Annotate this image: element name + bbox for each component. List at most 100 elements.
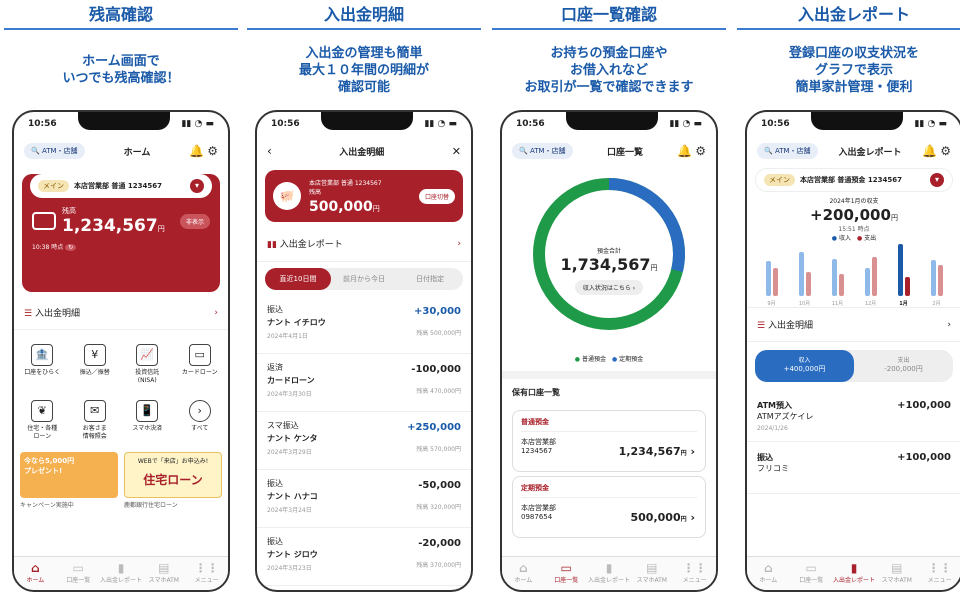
bar-group[interactable]: 10月 bbox=[798, 240, 811, 307]
gear-icon[interactable]: ⚙ bbox=[695, 144, 706, 158]
list-item[interactable]: スマ振込 ナント ケンタ 2024年3月29日 +250,000 残高 570,000円 bbox=[257, 412, 471, 470]
chevron-right-icon: › bbox=[188, 400, 211, 422]
panel-subtitle: 登録口座の収支状況を グラフで表示 簡単家計管理・便利 bbox=[788, 45, 919, 95]
tab-report[interactable]: ▮ 入出金レポート bbox=[833, 557, 876, 590]
income-status-button[interactable]: 収入状況はこちら › bbox=[574, 280, 644, 295]
tab-atm[interactable]: ▤ スマホATM bbox=[630, 557, 673, 590]
atm-search-button[interactable]: 🔍 ATM・店舗 bbox=[757, 143, 818, 159]
tab-home[interactable]: ⌂ ホーム bbox=[14, 557, 57, 590]
back-icon[interactable]: ‹ bbox=[267, 144, 272, 158]
month-label: 2月 bbox=[932, 301, 941, 307]
menu-housing-loan[interactable]: ❦ 住宅・各種 ローン bbox=[18, 396, 67, 448]
housing-loan-banner[interactable]: WEBで「来店」お申込み! 住宅ローン 鹿都銀行住宅ローン bbox=[124, 452, 222, 509]
bar-group[interactable]: 1月 bbox=[897, 240, 910, 307]
wallet-icon: ▭ bbox=[72, 561, 84, 575]
tab-menu[interactable]: ⋮⋮ メニュー bbox=[185, 557, 228, 590]
atm-icon: ▤ bbox=[891, 561, 903, 575]
grid-icon: ⋮⋮ bbox=[194, 561, 219, 575]
meisai-link[interactable]: ☰ 入出金明細 › bbox=[14, 296, 228, 330]
menu-cardloan[interactable]: ▭ カードローン bbox=[176, 340, 225, 392]
menu-all[interactable]: › すべて bbox=[176, 396, 225, 448]
menu-smartphone-pay[interactable]: 📱 スマホ決済 bbox=[123, 396, 172, 448]
expense-bar bbox=[937, 264, 943, 296]
menu-transfer[interactable]: ¥ 振込／振替 bbox=[71, 340, 120, 392]
home-icon: ⌂ bbox=[31, 561, 40, 575]
tab-menu[interactable]: ⋮⋮ メニュー bbox=[673, 557, 716, 590]
tab-date-select[interactable]: 日付指定 bbox=[397, 268, 463, 290]
bank-icon: 🏦 bbox=[31, 344, 54, 366]
page-title: 口座一覧 bbox=[606, 147, 643, 158]
tab-report[interactable]: ▮ 入出金レポート bbox=[588, 557, 631, 590]
bar-chart-icon: ▮ bbox=[605, 561, 613, 575]
tab-accounts[interactable]: ▭ 口座一覧 bbox=[790, 557, 833, 590]
list-item[interactable]: 振込 ナント ハナコ 2024年3月24日 -50,000 残高 320,000円 bbox=[257, 470, 471, 528]
atm-search-button[interactable]: 🔍 ATM・店舗 bbox=[512, 143, 573, 159]
transfer-icon: ¥ bbox=[83, 344, 106, 366]
phone-detail: 10:56 ▮▮ ◔ ▬ ‹ 入出金明細 ✕ 🐖 本店営業部 普通 1234567 残高… bbox=[255, 110, 473, 592]
account-time[interactable]: 定期預金 本店営業部 0987654 500,000円 › bbox=[512, 476, 706, 538]
bar-group[interactable]: 12月 bbox=[864, 240, 877, 307]
gear-icon[interactable]: ⚙ bbox=[940, 144, 951, 158]
account-selector[interactable]: メイン 本店営業部 普通預金 1234567 ▾ bbox=[755, 168, 953, 192]
account-ordinary[interactable]: 普通預金 本店営業部 1234567 1,234,567円 › bbox=[512, 410, 706, 472]
tab-since-last-month[interactable]: 前月から今日 bbox=[331, 268, 397, 290]
menu-customer-info[interactable]: ✉ お客さま 情報照会 bbox=[71, 396, 120, 448]
menu-open-account[interactable]: 🏦 口座をひらく bbox=[18, 340, 67, 392]
status-time: 10:56 bbox=[271, 119, 300, 129]
panel-title: 口座一覧確認 bbox=[492, 0, 726, 30]
signal-icon: ▮▮ ◔ ▬ bbox=[914, 119, 947, 129]
expense-tab[interactable]: 支出 -200,000円 bbox=[854, 350, 953, 382]
campaign-banner[interactable]: 今なら5,000円 プレゼント! キャンペーン実施中 bbox=[20, 452, 118, 509]
refresh-icon[interactable]: ↻ bbox=[65, 244, 77, 251]
switch-account-button[interactable]: 口座切替 bbox=[418, 188, 455, 204]
meisai-link[interactable]: ☰ 入出金明細 › bbox=[747, 308, 960, 342]
list-item[interactable]: 振込 ナント ジロウ 2024年3月23日 -20,000 残高 370,000円 bbox=[257, 528, 471, 586]
tab-report[interactable]: ▮ 入出金レポート bbox=[100, 557, 143, 590]
gear-icon[interactable]: ⚙ bbox=[207, 144, 218, 158]
income-expense-toggle: 収入 +400,000円 支出 -200,000円 bbox=[755, 350, 953, 382]
report-link[interactable]: ▮▮ 入出金レポート › bbox=[257, 226, 471, 262]
list-item[interactable]: ATM預入 ATMアズケイレ 2024/1/26 +100,000 bbox=[747, 390, 960, 442]
donut-center: 預金合計 1,734,567円 収入状況はこちら › bbox=[502, 246, 716, 295]
expense-bar bbox=[805, 272, 811, 296]
menu-invest[interactable]: 📈 投資信託 (NISA) bbox=[123, 340, 172, 392]
bar-group[interactable]: 9月 bbox=[765, 240, 778, 307]
bell-icon[interactable]: 🔔 bbox=[189, 144, 204, 158]
tab-atm[interactable]: ▤ スマホATM bbox=[142, 557, 185, 590]
list-item[interactable]: 振込 ナント イチロウ 2024年4月1日 +30,000 残高 500,000円 bbox=[257, 296, 471, 354]
tab-accounts[interactable]: ▭ 口座一覧 bbox=[545, 557, 588, 590]
tab-atm[interactable]: ▤ スマホATM bbox=[875, 557, 918, 590]
phone-accounts: 10:56 ▮▮ ◔ ▬ 🔍 ATM・店舗 口座一覧 🔔 ⚙ 預金合計 1,734,5… bbox=[500, 110, 718, 592]
bell-icon[interactable]: 🔔 bbox=[922, 144, 937, 158]
list-item[interactable]: 振込 フリコミ +100,000 bbox=[747, 442, 960, 494]
grid-icon: ⋮⋮ bbox=[682, 561, 707, 575]
tab-home[interactable]: ⌂ ホーム bbox=[502, 557, 545, 590]
sprout-icon: ❦ bbox=[31, 400, 54, 422]
panel-report: 入出金レポート 登録口座の収支状況を グラフで表示 簡単家計管理・便利 10:5… bbox=[737, 0, 960, 592]
list-item[interactable]: 返済 カードローン 2024年3月30日 -100,000 残高 470,000円 bbox=[257, 354, 471, 412]
panel-detail: 入出金明細 入出金の管理も簡単 最大１０年間の明細が 確認可能 10:56 ▮▮ … bbox=[247, 0, 481, 592]
income-bar bbox=[831, 259, 837, 296]
close-icon[interactable]: ✕ bbox=[452, 145, 461, 158]
bar-chart-icon: ▮ bbox=[117, 561, 125, 575]
account-selector[interactable]: メイン 本店営業部 普通 1234567 ▾ bbox=[30, 174, 212, 198]
tab-menu[interactable]: ⋮⋮ メニュー bbox=[918, 557, 960, 590]
chevron-down-icon: ▾ bbox=[930, 173, 944, 187]
tab-home[interactable]: ⌂ ホーム bbox=[747, 557, 790, 590]
account-card: 🐖 本店営業部 普通 1234567 残高 500,000円 口座切替 bbox=[265, 170, 463, 222]
panel-subtitle: ホーム画面で いつでも残高確認！ bbox=[62, 54, 180, 86]
atm-search-button[interactable]: 🔍 ATM・店舗 bbox=[24, 143, 85, 159]
tab-last-10-days[interactable]: 直近10日間 bbox=[265, 268, 331, 290]
chevron-right-icon: › bbox=[947, 319, 951, 330]
income-tab[interactable]: 収入 +400,000円 bbox=[755, 350, 854, 382]
bar-chart-icon: ▮▮ bbox=[267, 240, 277, 250]
bar-chart: 9月 10月 11月 12月 1月 2月 bbox=[747, 242, 960, 308]
tab-accounts[interactable]: ▭ 口座一覧 bbox=[57, 557, 100, 590]
info-icon: ✉ bbox=[83, 400, 106, 422]
bell-icon[interactable]: 🔔 bbox=[677, 144, 692, 158]
signal-icon: ▮▮ ◔ ▬ bbox=[424, 119, 457, 129]
bar-group[interactable]: 11月 bbox=[831, 240, 844, 307]
hide-button[interactable]: 非表示 bbox=[179, 213, 210, 229]
bar-group[interactable]: 2月 bbox=[930, 240, 943, 307]
phone-icon: 📱 bbox=[136, 400, 159, 422]
